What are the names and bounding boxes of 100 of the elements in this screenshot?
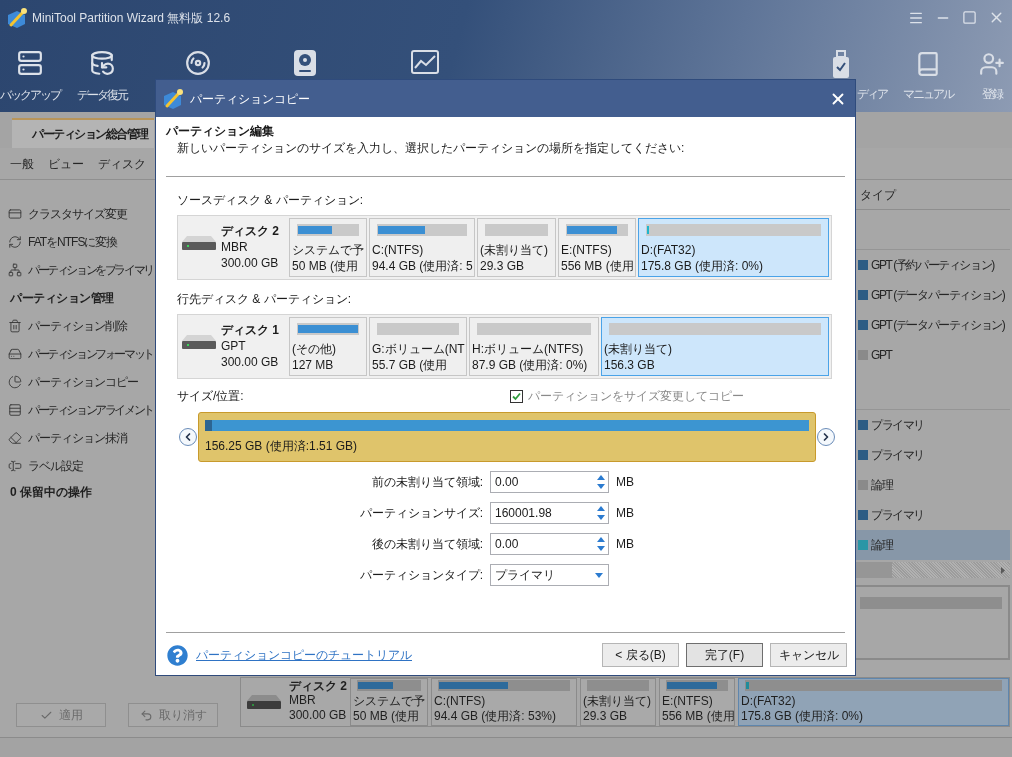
- disk-drive-icon[interactable]: [294, 50, 316, 76]
- hard-disk-icon: [182, 335, 216, 349]
- disc-icon[interactable]: [185, 50, 211, 76]
- column-header[interactable]: タイプ: [860, 185, 896, 204]
- partition-label: G:ボリューム(NT: [372, 341, 465, 357]
- partition-type-text: プライマリ: [871, 507, 924, 524]
- source-disk-label: ソースディスク & パーティション:: [177, 193, 363, 207]
- triangle-down-icon: [595, 572, 603, 578]
- partition-block[interactable]: C:(NTFS) 94.4 GB (使用済: 53%): [431, 678, 577, 726]
- undo-arrow-icon: [139, 708, 153, 722]
- field-label: パーティションタイプ:: [359, 567, 483, 584]
- instruction-text: 新しいパーティションのサイズを入力し、選択したパーティションの場所を指定してください:: [177, 141, 685, 155]
- disk-scheme: MBR: [289, 693, 316, 708]
- move-left-button[interactable]: [179, 428, 197, 446]
- usage-bar: [587, 680, 649, 691]
- partition-block[interactable]: システムで予 50 MB (使用: [289, 218, 367, 277]
- disk-scheme: GPT: [221, 338, 246, 354]
- table-row[interactable]: プライマリ: [856, 500, 1010, 530]
- table-row[interactable]: GPT (データパーティション): [856, 310, 1010, 340]
- destination-disk-label: 行先ディスク & パーティション:: [177, 292, 351, 306]
- scroll-right-icon[interactable]: [1001, 566, 1005, 574]
- move-right-button[interactable]: [817, 428, 835, 446]
- sidebar-item[interactable]: パーティションコピー: [8, 373, 138, 391]
- field-label: パーティションサイズ:: [359, 505, 483, 522]
- dialog-title: パーティションコピー: [190, 90, 310, 108]
- table-row[interactable]: 論理: [856, 530, 1010, 560]
- sidebar-item[interactable]: パーティション削除: [8, 317, 127, 335]
- line-chart-icon[interactable]: [411, 50, 439, 74]
- partition-block[interactable]: (未割り当て) 156.3 GB: [601, 317, 829, 376]
- partition-block[interactable]: E:(NTFS) 556 MB (使用: [558, 218, 636, 277]
- table-row[interactable]: GPT (予約パーティション): [856, 250, 1010, 280]
- toolbar-button[interactable]: バックアップ: [0, 50, 60, 104]
- pie-chart-icon: [8, 375, 22, 389]
- menu-item[interactable]: ビュー: [48, 154, 84, 173]
- table-row[interactable]: プライマリ: [856, 410, 1010, 440]
- book-icon: [915, 50, 941, 78]
- dialog-button[interactable]: キャンセル: [770, 643, 847, 667]
- partition-type-text: 論理: [871, 537, 893, 554]
- partition-label: (その他): [292, 341, 336, 357]
- disk-name: ディスク 2: [221, 223, 279, 239]
- toolbar-button[interactable]: データ復元: [72, 50, 132, 104]
- partition-size: 175.8 GB (使用済: 0%): [741, 709, 864, 724]
- partition-size: 556 MB (使用: [662, 709, 735, 724]
- sidebar-item[interactable]: パーティションフォーマット: [8, 345, 153, 363]
- toolbar-label: ディア: [857, 86, 887, 103]
- partition-type-text: プライマリ: [871, 447, 924, 464]
- dropdown-select[interactable]: プライマリ: [490, 564, 609, 586]
- partition-block[interactable]: H:ボリューム(NTFS) 87.9 GB (使用済: 0%): [469, 317, 599, 376]
- table-row[interactable]: GPT: [856, 340, 1010, 370]
- partition-block[interactable]: G:ボリューム(NT 55.7 GB (使用: [369, 317, 467, 376]
- tab[interactable]: パーティション総合管理: [12, 118, 154, 148]
- dialog-button[interactable]: < 戻る(B): [602, 643, 679, 667]
- partition-block[interactable]: システムで予 50 MB (使用: [350, 678, 428, 726]
- partition-type-text: GPT (データパーティション): [871, 317, 1005, 334]
- dialog-button[interactable]: 完了(F): [686, 643, 763, 667]
- partition-block[interactable]: C:(NTFS) 94.4 GB (使用済: 5: [369, 218, 475, 277]
- sidebar-item[interactable]: パーティション抹消: [8, 429, 127, 447]
- menu-item[interactable]: 一般: [10, 154, 34, 173]
- help-icon[interactable]: [167, 644, 188, 666]
- sidebar-item[interactable]: FATをNTFSに変換: [8, 233, 118, 251]
- field-label: 前の未割り当て領域:: [371, 474, 483, 491]
- partition-block[interactable]: (未割り当て) 29.3 GB: [580, 678, 656, 726]
- horizontal-scrollbar[interactable]: [856, 562, 1010, 578]
- sidebar-item[interactable]: パーティションアライメント: [8, 401, 153, 419]
- toolbar-label: マニュアル: [903, 86, 953, 103]
- partition-label: (未割り当て): [583, 694, 651, 709]
- partition-block[interactable]: (その他) 127 MB: [289, 317, 367, 376]
- unit-label: MB: [616, 474, 634, 491]
- tutorial-link[interactable]: パーティションコピーのチュートリアル: [196, 646, 412, 664]
- drive-icon: [8, 347, 22, 361]
- partition-position-bar[interactable]: 156.25 GB (使用済:1.51 GB): [198, 412, 816, 462]
- scrollbar-thumb[interactable]: [856, 562, 892, 578]
- partition-type-text: GPT (データパーティション): [871, 287, 1005, 304]
- partition-block[interactable]: D:(FAT32) 175.8 GB (使用済: 0%): [738, 678, 1009, 726]
- eraser-icon: [8, 431, 22, 445]
- table-row[interactable]: プライマリ: [856, 440, 1010, 470]
- toolbar-label: 登録: [982, 86, 1002, 103]
- partition-type-text: GPT: [871, 347, 892, 364]
- sidebar-item[interactable]: パーティションをプライマリ: [8, 261, 153, 279]
- sidebar-item[interactable]: ラベル設定: [8, 457, 83, 475]
- partition-block[interactable]: E:(NTFS) 556 MB (使用: [659, 678, 735, 726]
- partition-label: C:(NTFS): [372, 242, 424, 258]
- partition-label: E:(NTFS): [662, 694, 713, 709]
- disk-size: 300.00 GB: [221, 255, 279, 271]
- partition-label: H:ボリューム(NTFS): [472, 341, 584, 357]
- pending-operations: 0 保留中の操作: [10, 484, 92, 501]
- server-icon: [17, 50, 43, 76]
- window-title: MiniTool Partition Wizard 無料版 12.6: [32, 9, 231, 27]
- partition-block[interactable]: D:(FAT32) 175.8 GB (使用済: 0%): [638, 218, 829, 277]
- partition-label: システムで予: [353, 694, 425, 709]
- table-row[interactable]: GPT (データパーティション): [856, 280, 1010, 310]
- wand-logo-icon: [6, 6, 28, 29]
- partition-type-text: GPT (予約パーティション): [871, 257, 994, 274]
- sidebar-item[interactable]: クラスタサイズ変更: [8, 205, 127, 223]
- table-row[interactable]: 論理: [856, 470, 1010, 500]
- menu-item[interactable]: ディスク: [98, 154, 146, 173]
- refresh-icon: [8, 235, 22, 249]
- disk-name: ディスク 1: [221, 322, 279, 338]
- partition-block[interactable]: (未割り当て) 29.3 GB: [477, 218, 556, 277]
- partition-size: 50 MB (使用: [292, 258, 358, 274]
